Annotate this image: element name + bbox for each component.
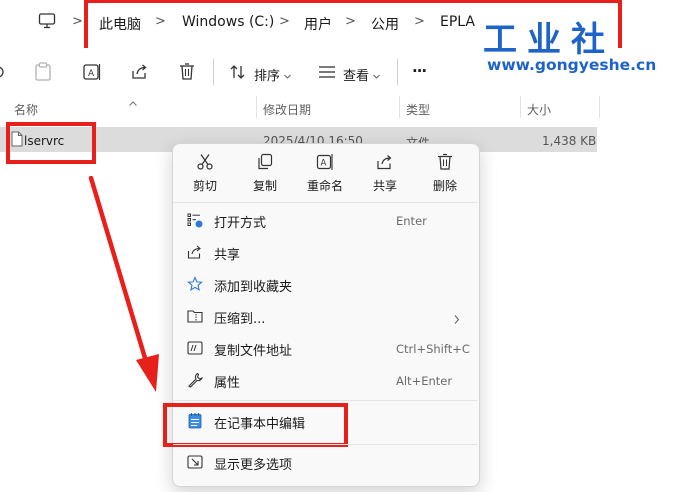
open-with-icon (187, 212, 203, 232)
menu-item-copy-path-shortcut: Ctrl+Shift+C (396, 342, 470, 356)
share-icon[interactable] (130, 62, 150, 82)
trash-icon[interactable] (178, 62, 196, 82)
column-header-type[interactable]: 类型 (406, 101, 430, 118)
menu-item-properties[interactable]: 属性 (214, 372, 240, 391)
column-header-size[interactable]: 大小 (527, 101, 551, 118)
star-icon (187, 276, 203, 296)
arrow-pointer-icon (86, 175, 166, 400)
menu-separator (173, 400, 477, 401)
menu-item-properties-shortcut: Alt+Enter (396, 374, 453, 388)
copy-icon[interactable] (256, 153, 274, 175)
watermark-url: www.gongyeshe.cn (487, 56, 657, 74)
share-icon (187, 244, 203, 264)
view-button[interactable]: 查看 (343, 65, 369, 84)
watermark-logo-text: 工业社 (483, 20, 615, 60)
more-button[interactable]: ··· (412, 62, 427, 80)
menu-separator (173, 444, 477, 445)
toolbar-divider (213, 59, 214, 85)
rename-icon[interactable]: A (316, 153, 334, 175)
menu-item-add-favorites[interactable]: 添加到收藏夹 (214, 276, 292, 295)
share-icon[interactable] (376, 153, 394, 175)
copy-button[interactable]: 复制 (245, 177, 285, 194)
menu-item-open-with[interactable]: 打开方式 (214, 212, 266, 231)
delete-button[interactable]: 删除 (425, 177, 465, 194)
file-size: 1,438 KB (542, 134, 597, 148)
scissors-icon[interactable] (196, 153, 214, 175)
file-name-highlight-frame (6, 122, 96, 164)
chevron-down-icon (372, 66, 381, 85)
sort-icon[interactable] (229, 63, 247, 81)
chevron-right-icon (452, 310, 461, 329)
zip-folder-icon (187, 308, 203, 328)
copy-path-icon (187, 340, 203, 360)
notepad-highlight-frame (163, 403, 348, 447)
svg-text:A: A (321, 159, 327, 169)
column-divider[interactable] (399, 96, 400, 118)
paste-icon[interactable] (34, 62, 52, 82)
trash-icon[interactable] (437, 153, 453, 175)
chevron-down-icon (283, 66, 292, 85)
breadcrumb-separator-icon: > (72, 14, 83, 29)
cut-button[interactable]: 剪切 (185, 177, 225, 194)
more-options-icon (187, 454, 203, 474)
toolbar-divider (397, 59, 398, 85)
rename-icon[interactable]: A (82, 62, 102, 82)
column-header-date[interactable]: 修改日期 (263, 101, 311, 118)
menu-item-show-more-options[interactable]: 显示更多选项 (214, 454, 292, 473)
menu-item-open-with-shortcut: Enter (396, 214, 427, 228)
column-header-name[interactable]: 名称 (14, 101, 38, 118)
share-button[interactable]: 共享 (365, 177, 405, 194)
svg-text:A: A (88, 69, 95, 79)
menu-item-share[interactable]: 共享 (214, 244, 240, 263)
menu-item-compress[interactable]: 压缩到... (214, 308, 265, 327)
view-icon[interactable] (318, 64, 336, 80)
column-divider[interactable] (599, 96, 600, 118)
new-item-icon[interactable] (0, 63, 6, 81)
wrench-icon (187, 372, 203, 392)
column-divider[interactable] (256, 96, 257, 118)
sort-button[interactable]: 排序 (254, 65, 280, 84)
rename-button[interactable]: 重命名 (300, 177, 350, 194)
menu-item-copy-path[interactable]: 复制文件地址 (214, 340, 292, 359)
column-divider[interactable] (520, 96, 521, 118)
sort-caret-icon (128, 92, 138, 111)
menu-separator (173, 202, 477, 203)
this-pc-icon[interactable] (38, 12, 56, 30)
